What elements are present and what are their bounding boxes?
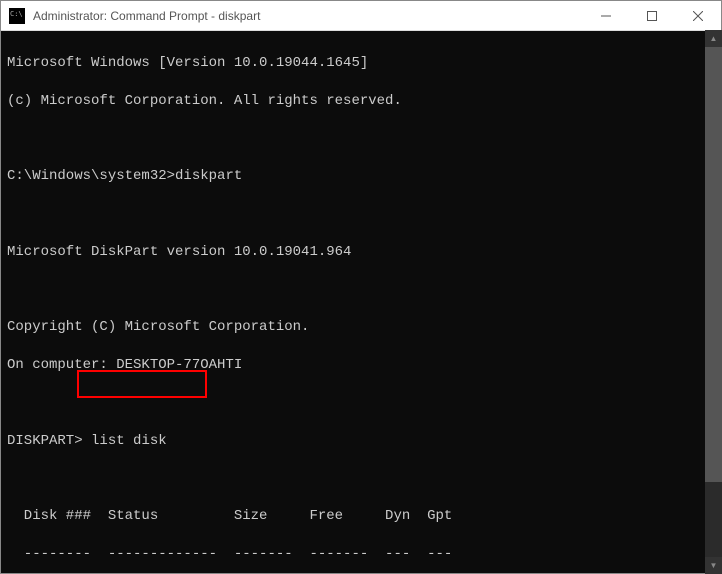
disk-table-separator: -------- ------------- ------- ------- -… <box>7 545 715 564</box>
os-copyright-line: (c) Microsoft Corporation. All rights re… <box>7 92 715 111</box>
prompt-command: diskpart <box>175 168 242 184</box>
blank-line <box>7 281 715 300</box>
computer-name-line: On computer: DESKTOP-77OAHTI <box>7 356 715 375</box>
scroll-down-arrow[interactable]: ▼ <box>705 557 722 574</box>
os-version-line: Microsoft Windows [Version 10.0.19044.16… <box>7 54 715 73</box>
scroll-up-arrow[interactable]: ▲ <box>705 30 722 47</box>
window-titlebar[interactable]: Administrator: Command Prompt - diskpart <box>1 1 721 31</box>
blank-line <box>7 394 715 413</box>
prompt-line-1: C:\Windows\system32>diskpart <box>7 167 715 186</box>
diskpart-copyright-line: Copyright (C) Microsoft Corporation. <box>7 318 715 337</box>
diskpart-command-1: list disk <box>91 433 167 449</box>
blank-line <box>7 205 715 224</box>
blank-line <box>7 129 715 148</box>
diskpart-version-line: Microsoft DiskPart version 10.0.19041.96… <box>7 243 715 262</box>
window-controls <box>583 1 721 31</box>
scrollbar-thumb[interactable] <box>705 47 722 482</box>
blank-line <box>7 469 715 488</box>
vertical-scrollbar[interactable]: ▲ ▼ <box>705 30 722 574</box>
window-title: Administrator: Command Prompt - diskpart <box>33 9 583 23</box>
cmd-icon <box>9 8 25 24</box>
close-button[interactable] <box>675 1 721 31</box>
diskpart-prompt-label: DISKPART> <box>7 433 83 449</box>
minimize-button[interactable] <box>583 1 629 31</box>
diskpart-prompt-1: DISKPART> list disk <box>7 432 715 451</box>
prompt-path: C:\Windows\system32> <box>7 168 175 184</box>
terminal-output[interactable]: Microsoft Windows [Version 10.0.19044.16… <box>1 31 721 573</box>
maximize-button[interactable] <box>629 1 675 31</box>
disk-table-header: Disk ### Status Size Free Dyn Gpt <box>7 507 715 526</box>
